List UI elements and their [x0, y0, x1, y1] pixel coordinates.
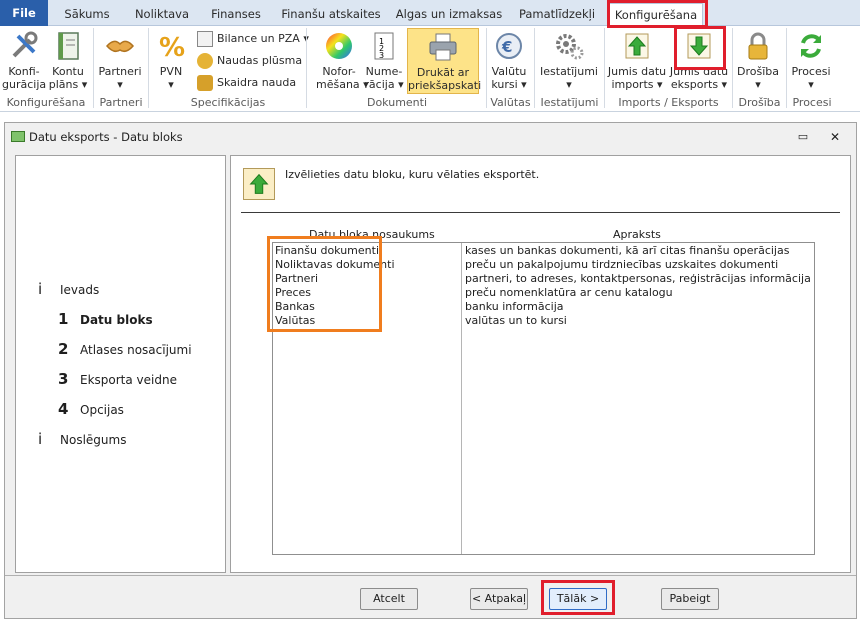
- ribbon: Konfi- gurācija Kontu plāns ▾ Partneri ▾…: [0, 26, 860, 112]
- naudas-plusma-button[interactable]: Naudas plūsma: [197, 53, 302, 69]
- step-datu-bloks: 1 Datu bloks: [58, 310, 153, 328]
- valutu-kursi-button[interactable]: € Valūtu kursi ▾: [488, 30, 530, 91]
- column-header-description[interactable]: Apraksts: [613, 228, 661, 241]
- group-label-imports-eksports: Imports / Eksports: [618, 96, 719, 109]
- group-label-iestatijumi: Iestatījumi: [540, 96, 599, 109]
- refresh-icon: [801, 34, 821, 58]
- numbering-icon: 123: [374, 32, 394, 60]
- orange-highlight-box: [267, 236, 382, 332]
- cancel-button[interactable]: Atcelt: [360, 588, 418, 610]
- group-label-procesi: Procesi: [792, 96, 832, 109]
- minimize-button[interactable]: ▭: [795, 123, 811, 151]
- kontu-plans-button[interactable]: Kontu plāns ▾: [48, 30, 88, 91]
- step-number: 3: [58, 370, 69, 388]
- svg-text:%: %: [159, 33, 185, 62]
- numeracija-button[interactable]: 123 Nume- rācija ▾: [364, 30, 404, 91]
- drosiba-button[interactable]: Drošība ▾: [734, 30, 782, 91]
- export-arrow-icon: [243, 168, 275, 200]
- svg-text:€: €: [501, 38, 512, 56]
- cash-icon: [197, 75, 213, 91]
- konfiguracija-button[interactable]: Konfi- gurācija: [2, 30, 46, 91]
- dialog-button-bar: Atcelt < Atpakaļ Tālāk > Pabeigt: [5, 575, 856, 618]
- group-label-partneri: Partneri: [99, 96, 143, 109]
- info-icon: i: [38, 280, 43, 298]
- group-label-specifikacijas: Specifikācijas: [190, 96, 266, 109]
- jumis-datu-imports-button[interactable]: Jumis datu imports ▾: [606, 30, 668, 91]
- data-block-panel: Izvēlieties datu bloku, kuru vēlaties ek…: [230, 155, 851, 573]
- currency-icon: €: [496, 33, 522, 59]
- step-eksporta-veidne: 3 Eksporta veidne: [58, 370, 177, 388]
- step-number: 1: [58, 310, 69, 328]
- tab-file[interactable]: File: [0, 0, 48, 26]
- close-button[interactable]: ✕: [827, 123, 843, 151]
- red-highlight-eksports-button: [674, 26, 726, 70]
- step-opcijas: 4 Opcijas: [58, 400, 124, 418]
- group-label-valutas: Valūtas: [490, 96, 531, 109]
- partneri-button[interactable]: Partneri ▾: [97, 30, 143, 91]
- dialog-titlebar: Datu eksports - Datu bloks: [5, 123, 856, 151]
- bilance-button[interactable]: Bilance un PZA ▾: [197, 31, 309, 47]
- percent-icon: %: [159, 33, 185, 62]
- app-window: File Sākums Noliktava Finanses Finanšu a…: [0, 0, 860, 619]
- step-atlases-nosacijumi: 2 Atlases nosacījumi: [58, 340, 192, 358]
- book-icon: [58, 32, 79, 60]
- ribbon-separator: [148, 28, 149, 108]
- gears-icon: [556, 34, 584, 60]
- tab-finanses[interactable]: Finanses: [206, 3, 266, 26]
- group-label-drosiba: Drošība: [738, 96, 781, 109]
- iestatijumi-button[interactable]: Iestatījumi ▾: [538, 30, 600, 91]
- tools-icon: [12, 31, 38, 58]
- instruction-text: Izvēlieties datu bloku, kuru vēlaties ek…: [285, 168, 540, 181]
- procesi-button[interactable]: Procesi ▾: [788, 30, 834, 91]
- red-highlight-next-button: [541, 580, 615, 615]
- handshake-icon: [106, 40, 134, 53]
- printer-icon: [429, 33, 457, 61]
- step-nosleguums: i Noslēgums: [38, 430, 127, 448]
- drukat-ar-prieksapskati-button[interactable]: Drukāt ar priekšapskati: [407, 28, 481, 94]
- tab-sakums[interactable]: Sākums: [58, 3, 116, 26]
- balance-sheet-icon: [197, 31, 213, 47]
- tab-pamatlidzekli[interactable]: Pamatlīdzekļi: [514, 3, 600, 26]
- lock-icon: [748, 32, 768, 60]
- red-highlight-konfiguresana-tab: [607, 0, 708, 28]
- tab-noliktava[interactable]: Noliktava: [128, 3, 196, 26]
- dialog-title: Datu eksports - Datu bloks: [29, 130, 183, 144]
- window-icon: [11, 131, 25, 142]
- color-wheel-icon: [326, 33, 352, 59]
- back-button[interactable]: < Atpakaļ: [470, 588, 528, 610]
- finish-button[interactable]: Pabeigt: [661, 588, 719, 610]
- tab-finansu-atskaites[interactable]: Finanšu atskaites: [278, 3, 384, 26]
- noformesana-button[interactable]: Nofor- mēšana ▾: [316, 30, 369, 91]
- group-label-dokumenti: Dokumenti: [366, 96, 428, 109]
- skaidra-nauda-button[interactable]: Skaidra nauda: [197, 75, 296, 91]
- step-number: 4: [58, 400, 69, 418]
- svg-text:3: 3: [379, 51, 384, 60]
- group-label-konfiguresana: Konfigurēšana: [6, 96, 86, 109]
- step-ievads: i Ievads: [38, 280, 100, 298]
- wizard-steps-panel: i Ievads 1 Datu bloks 2 Atlases nosacījumi …: [15, 155, 226, 573]
- ribbon-separator: [306, 28, 307, 108]
- step-number: 2: [58, 340, 69, 358]
- pvn-button[interactable]: % PVN ▾: [152, 30, 190, 91]
- export-dialog: Datu eksports - Datu bloks ▭ ✕ i Ievads 1…: [4, 122, 857, 619]
- import-arrow-up-icon: [625, 33, 649, 59]
- info-icon: i: [38, 430, 43, 448]
- ribbon-tabs: File Sākums Noliktava Finanses Finanšu a…: [0, 0, 860, 26]
- coins-icon: [197, 53, 213, 69]
- divider: [241, 212, 840, 213]
- tab-algas[interactable]: Algas un izmaksas: [394, 3, 504, 26]
